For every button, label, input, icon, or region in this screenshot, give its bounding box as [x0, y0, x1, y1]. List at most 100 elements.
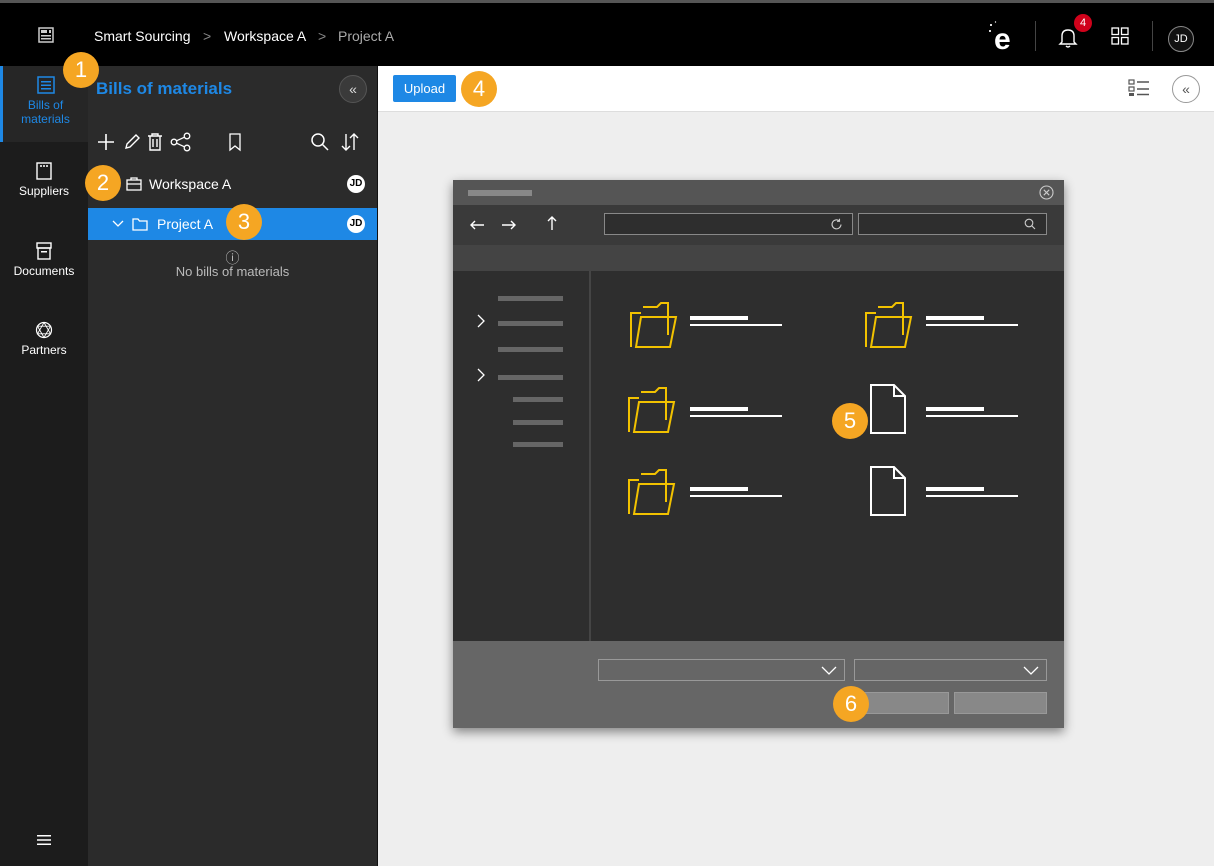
tree-placeholder	[513, 397, 563, 402]
file-type-select[interactable]	[598, 659, 845, 681]
folder-icon[interactable]	[626, 384, 678, 436]
empty-state-text: No bills of materials	[175, 264, 290, 279]
tree-item-label: Project A	[157, 216, 214, 232]
file-meta-placeholder	[690, 495, 782, 497]
chevron-right-icon[interactable]	[477, 368, 485, 382]
search-icon[interactable]	[310, 132, 330, 152]
chevron-down-icon	[821, 666, 837, 675]
forward-arrow-icon[interactable]	[501, 219, 517, 231]
collapse-details-button[interactable]: «	[1172, 75, 1200, 103]
panel-title: Bills of materials	[96, 79, 233, 98]
file-meta-placeholder	[690, 324, 782, 326]
callout-2: 2	[85, 165, 121, 201]
tree-placeholder	[513, 420, 563, 425]
divider	[1035, 21, 1036, 51]
callout-4: 4	[461, 71, 497, 107]
add-icon[interactable]	[96, 132, 116, 152]
nav-item-suppliers[interactable]: Suppliers	[0, 162, 88, 198]
title-placeholder	[468, 190, 532, 196]
breadcrumb-smart-sourcing[interactable]: Smart Sourcing	[94, 28, 190, 44]
path-input[interactable]	[604, 213, 853, 235]
notification-badge: 4	[1074, 14, 1092, 32]
dialog-navbar	[453, 205, 1064, 245]
e-logo-icon[interactable]: e	[986, 19, 1022, 55]
nav-label: Suppliers	[18, 184, 70, 198]
delete-icon[interactable]	[146, 132, 164, 152]
bom-icon	[36, 76, 55, 94]
file-meta-placeholder	[926, 415, 1018, 417]
folder-icon[interactable]	[628, 299, 680, 351]
nav-label: Partners	[21, 343, 67, 357]
tree-placeholder	[498, 296, 563, 301]
dialog-header-strip	[453, 245, 1064, 271]
file-icon[interactable]	[868, 383, 908, 435]
archive-icon	[36, 242, 52, 260]
folder-icon[interactable]	[863, 299, 915, 351]
back-arrow-icon[interactable]	[469, 219, 485, 231]
breadcrumb-separator: >	[318, 28, 327, 44]
breadcrumb-separator: >	[203, 28, 212, 44]
file-name-placeholder	[690, 407, 748, 411]
tree-item-workspace[interactable]: Workspace A JD	[88, 170, 377, 198]
briefcase-icon	[126, 177, 142, 191]
tree-placeholder	[498, 347, 563, 352]
edit-icon[interactable]	[122, 132, 142, 152]
file-name-placeholder	[926, 316, 984, 320]
folder-tree	[453, 271, 591, 641]
apps-grid-icon[interactable]	[1111, 27, 1129, 45]
dialog-titlebar	[453, 180, 1064, 205]
share-icon[interactable]	[170, 132, 192, 152]
folder-icon	[132, 218, 148, 231]
file-meta-placeholder	[926, 324, 1018, 326]
tree-item-label: Workspace A	[149, 176, 232, 192]
encoding-select[interactable]	[854, 659, 1047, 681]
file-grid	[593, 271, 1064, 641]
callout-3: 3	[226, 204, 262, 240]
refresh-icon[interactable]	[830, 218, 843, 231]
top-bar: Smart Sourcing > Workspace A > Project A…	[0, 0, 1214, 66]
main-toolbar: Upload «	[378, 66, 1214, 112]
upload-button[interactable]: Upload	[393, 75, 456, 102]
dashboard-icon[interactable]	[38, 27, 54, 43]
svg-text:e: e	[994, 23, 1011, 55]
chevron-down-icon	[1023, 666, 1039, 675]
breadcrumb-workspace[interactable]: Workspace A	[224, 28, 306, 44]
left-navigation: Bills of materials Suppliers Documents P…	[0, 66, 88, 866]
callout-5: 5	[832, 403, 868, 439]
tree-placeholder	[498, 321, 563, 326]
owner-avatar: JD	[347, 215, 365, 233]
list-view-icon[interactable]	[1128, 79, 1150, 97]
close-icon[interactable]	[1039, 185, 1054, 200]
network-icon	[35, 321, 53, 339]
nav-item-partners[interactable]: Partners	[0, 321, 88, 357]
bookmark-icon[interactable]	[228, 132, 242, 152]
nav-label: Bills of materials	[21, 98, 70, 126]
sort-icon[interactable]	[338, 130, 362, 154]
file-name-placeholder	[926, 407, 984, 411]
owner-avatar: JD	[347, 175, 365, 193]
up-arrow-icon[interactable]	[546, 215, 558, 231]
menu-icon[interactable]	[37, 834, 51, 846]
cancel-button[interactable]	[954, 692, 1047, 714]
dialog-search-input[interactable]	[858, 213, 1047, 235]
file-meta-placeholder	[926, 495, 1018, 497]
suppliers-icon	[36, 162, 52, 180]
bom-panel: Bills of materials « Workspace A JD Proj…	[88, 66, 378, 866]
folder-icon[interactable]	[626, 466, 678, 518]
nav-item-documents[interactable]: Documents	[0, 242, 88, 278]
file-icon[interactable]	[868, 465, 908, 517]
chevron-right-icon[interactable]	[477, 314, 485, 328]
search-icon[interactable]	[1024, 218, 1036, 230]
divider	[1152, 21, 1153, 51]
callout-1: 1	[63, 52, 99, 88]
chevron-down-icon[interactable]	[112, 220, 124, 228]
file-browser-dialog	[453, 180, 1064, 728]
collapse-panel-button[interactable]: «	[339, 75, 367, 103]
breadcrumb-project: Project A	[338, 28, 395, 44]
dialog-footer	[453, 641, 1064, 728]
file-meta-placeholder	[690, 415, 782, 417]
file-name-placeholder	[690, 316, 748, 320]
file-name-placeholder	[926, 487, 984, 491]
callout-6: 6	[833, 686, 869, 722]
user-avatar[interactable]: JD	[1168, 26, 1194, 52]
